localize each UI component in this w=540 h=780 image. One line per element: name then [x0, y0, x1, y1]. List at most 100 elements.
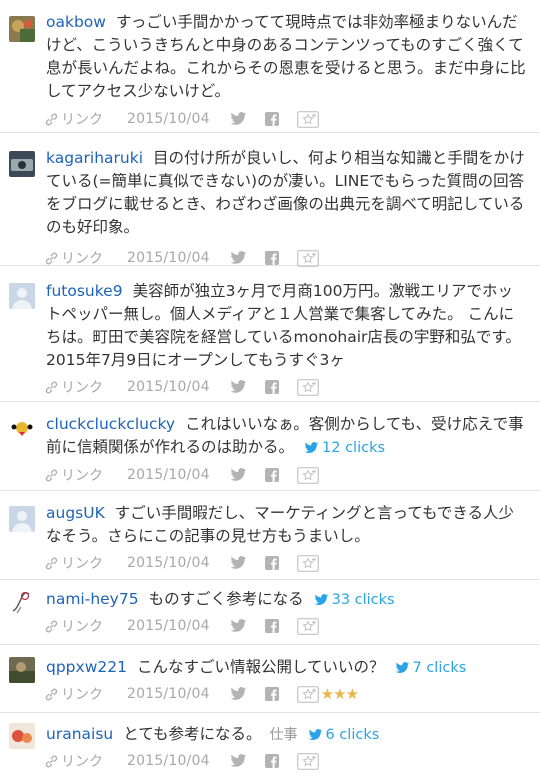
comment-text: cluckcluckclucky これはいいなぁ。客側からしても、受け応えで事前に… [46, 413, 526, 460]
link-label: リンク [61, 380, 103, 396]
comment-date[interactable]: 2015/10/04 [127, 111, 210, 127]
tweet-button[interactable] [230, 619, 247, 633]
add-bookmark-button[interactable] [296, 110, 319, 128]
tweet-button[interactable] [230, 754, 247, 768]
click-count[interactable]: 7 clicks [395, 660, 466, 676]
add-star-icon [296, 554, 319, 572]
comment-meta: リンク 2015/10/04 [44, 748, 526, 774]
user-avatar[interactable] [9, 16, 35, 42]
link-button[interactable]: リンク [44, 377, 103, 397]
link-label: リンク [61, 556, 103, 572]
username-link[interactable]: uranaisu [46, 725, 113, 743]
username-link[interactable]: cluckcluckclucky [46, 415, 175, 433]
twitter-bird-icon [230, 754, 246, 767]
star-rating: ★★★ [320, 685, 359, 703]
username-link[interactable]: oakbow [46, 13, 106, 31]
link-button[interactable]: リンク [44, 109, 103, 129]
twitter-bird-icon [230, 380, 246, 393]
username-link[interactable]: kagariharuki [46, 149, 143, 167]
add-star-icon [296, 752, 319, 770]
facebook-share-button[interactable] [264, 619, 279, 633]
click-count[interactable]: 12 clicks [304, 440, 385, 456]
username-link[interactable]: qppxw221 [46, 658, 127, 676]
chain-link-icon [45, 620, 58, 632]
link-button[interactable]: リンク [44, 751, 103, 771]
twitter-bird-icon [230, 468, 246, 481]
comment-date[interactable]: 2015/10/04 [127, 618, 210, 634]
click-count[interactable]: 6 clicks [308, 727, 379, 743]
facebook-share-button[interactable] [264, 380, 279, 394]
username-link[interactable]: nami-hey75 [46, 590, 139, 608]
comment-meta: リンク 2015/10/04 [44, 462, 526, 488]
tweet-button[interactable] [230, 468, 247, 482]
user-avatar[interactable] [9, 589, 35, 615]
comment-text: uranaisu とても参考になる。 仕事 6 clicks [46, 723, 526, 747]
user-avatar[interactable] [9, 723, 35, 749]
user-avatar[interactable] [9, 506, 35, 532]
comment-list: oakbow すっごい手間かかってて現時点では非効率極まりないんだけど、こういうき… [0, 0, 540, 779]
comment-body: すっごい手間かかってて現時点では非効率極まりないんだけど、こういうきちんと中身の… [46, 13, 526, 100]
comment-meta: リンク 2015/10/04 [44, 374, 526, 400]
link-button[interactable]: リンク [44, 684, 103, 704]
comment-item: qppxw221 こんなすごい情報公開していいの？ 7 clicks リンク 201… [0, 645, 540, 713]
comment-item: cluckcluckclucky これはいいなぁ。客側からしても、受け応えで事前に… [0, 402, 540, 491]
add-bookmark-button[interactable] [296, 466, 319, 484]
comment-item: kagariharuki 目の付け所が良いし、何より相当な知識と手間をかけている(… [0, 133, 540, 268]
comment-tag[interactable]: 仕事 [270, 727, 298, 743]
photo-avatar-icon [9, 151, 35, 177]
add-bookmark-button[interactable] [296, 617, 319, 635]
facebook-icon [264, 251, 279, 265]
comment-date[interactable]: 2015/10/04 [127, 555, 210, 571]
tweet-button[interactable] [230, 380, 247, 394]
user-avatar[interactable] [9, 416, 35, 442]
comment-text: oakbow すっごい手間かかってて現時点では非効率極まりないんだけど、こういうき… [46, 11, 526, 103]
comment-date[interactable]: 2015/10/04 [127, 753, 210, 769]
add-star-icon [296, 249, 319, 267]
tweet-button[interactable] [230, 251, 247, 265]
add-bookmark-button[interactable] [296, 554, 319, 572]
tweet-button[interactable] [230, 556, 247, 570]
add-bookmark-button[interactable] [296, 685, 319, 703]
tweet-button[interactable] [230, 687, 247, 701]
user-avatar[interactable] [9, 151, 35, 177]
link-button[interactable]: リンク [44, 248, 103, 268]
click-count-label: 33 clicks [331, 592, 395, 608]
comment-body: すごい手間暇だし、マーケティングと言ってもできる人少なそう。さらにこの記事の見せ… [46, 504, 515, 545]
facebook-share-button[interactable] [264, 468, 279, 482]
link-button[interactable]: リンク [44, 553, 103, 573]
comment-body: こんなすごい情報公開していいの？ [136, 658, 385, 676]
twitter-bird-icon [395, 662, 409, 673]
facebook-share-button[interactable] [264, 687, 279, 701]
comment-date[interactable]: 2015/10/04 [127, 379, 210, 395]
add-bookmark-button[interactable] [296, 378, 319, 396]
tweet-button[interactable] [230, 112, 247, 126]
link-label: リンク [61, 754, 103, 770]
facebook-icon [264, 468, 279, 482]
comment-date[interactable]: 2015/10/04 [127, 686, 210, 702]
add-star-icon [296, 685, 319, 703]
facebook-icon [264, 619, 279, 633]
facebook-share-button[interactable] [264, 754, 279, 768]
facebook-icon [264, 112, 279, 126]
facebook-share-button[interactable] [264, 112, 279, 126]
add-bookmark-button[interactable] [296, 249, 319, 267]
click-count[interactable]: 33 clicks [314, 592, 395, 608]
user-avatar[interactable] [9, 283, 35, 309]
link-button[interactable]: リンク [44, 616, 103, 636]
username-link[interactable]: augsUK [46, 504, 105, 522]
comment-text: futosuke9 美容師が独立3ヶ月で月商100万円。激戦エリアでホットペッパー… [46, 280, 526, 372]
user-avatar[interactable] [9, 657, 35, 683]
link-label: リンク [61, 112, 103, 128]
twitter-bird-icon [230, 687, 246, 700]
facebook-share-button[interactable] [264, 251, 279, 265]
link-button[interactable]: リンク [44, 465, 103, 485]
comment-item: oakbow すっごい手間かかってて現時点では非効率極まりないんだけど、こういうき… [0, 0, 540, 133]
facebook-share-button[interactable] [264, 556, 279, 570]
twitter-bird-icon [230, 556, 246, 569]
username-link[interactable]: futosuke9 [46, 282, 123, 300]
comment-text: augsUK すごい手間暇だし、マーケティングと言ってもできる人少なそう。さらにこ… [46, 502, 526, 548]
comment-date[interactable]: 2015/10/04 [127, 467, 210, 483]
add-bookmark-button[interactable] [296, 752, 319, 770]
comment-date[interactable]: 2015/10/04 [127, 250, 210, 266]
comment-text: nami-hey75 ものすごく参考になる 33 clicks [46, 588, 526, 612]
